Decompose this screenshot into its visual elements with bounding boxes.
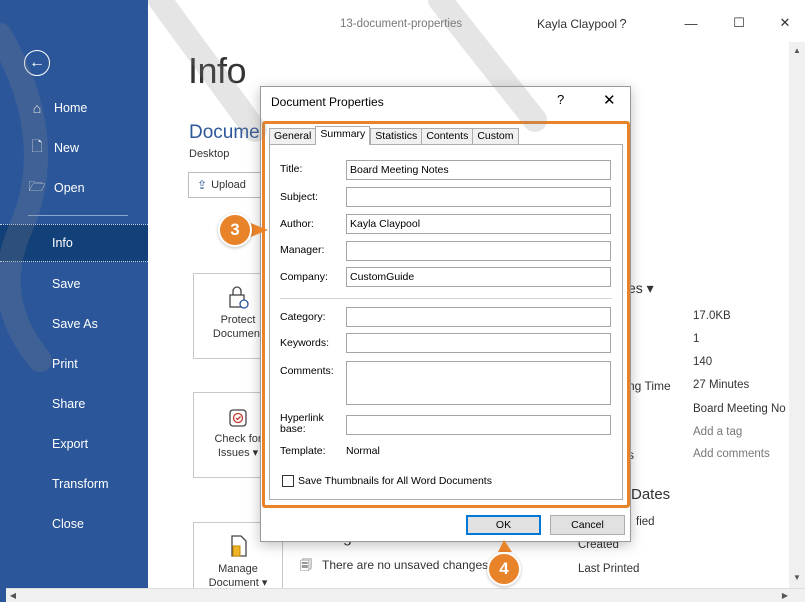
- folder-open-icon: 🗁: [28, 178, 46, 194]
- minimize-button[interactable]: —: [680, 12, 702, 34]
- scroll-up-icon[interactable]: ▲: [792, 46, 802, 56]
- prop-tags-value[interactable]: Add a tag: [693, 426, 742, 438]
- ok-button[interactable]: OK: [466, 515, 541, 535]
- sidebar-item-label: Save: [52, 277, 81, 291]
- cancel-button[interactable]: Cancel: [550, 515, 625, 535]
- properties-heading[interactable]: es ▾: [628, 280, 654, 297]
- sidebar-item-save[interactable]: Save: [0, 265, 148, 303]
- help-button[interactable]: ?: [612, 12, 634, 34]
- home-icon: ⌂: [32, 100, 42, 116]
- sidebar-divider: [28, 215, 128, 216]
- document-heading: Docume: [189, 122, 260, 143]
- check-document-icon: [229, 409, 247, 427]
- sidebar-item-save-as[interactable]: Save As: [0, 305, 148, 343]
- lock-icon: [229, 286, 249, 309]
- prop-size-value: 17.0KB: [693, 310, 731, 322]
- sidebar-item-label: Open: [54, 181, 85, 195]
- close-window-button[interactable]: ✕: [774, 12, 796, 34]
- sidebar-item-label: Share: [52, 397, 86, 411]
- sidebar-item-new[interactable]: 🗋 New: [0, 134, 148, 162]
- unsaved-changes-text: 🗐 There are no unsaved changes.: [300, 556, 491, 577]
- sidebar-item-home[interactable]: ⌂ Home: [0, 94, 148, 122]
- new-doc-icon: 🗋: [31, 138, 43, 154]
- related-dates-heading: Dates: [631, 486, 671, 503]
- sidebar-item-label: New: [54, 141, 80, 155]
- sidebar-item-label: Info: [52, 236, 73, 250]
- scroll-right-icon[interactable]: ▶: [780, 591, 790, 601]
- upload-label: Upload: [211, 179, 246, 191]
- vertical-scrollbar[interactable]: ▲ ▼: [789, 42, 805, 588]
- sidebar-item-export[interactable]: Export: [0, 425, 148, 463]
- sidebar-item-print[interactable]: Print: [0, 345, 148, 383]
- backstage-sidebar: ← ⌂ Home 🗋 New 🗁 Open Info Save Save As …: [0, 0, 148, 602]
- prop-comments-value[interactable]: Add comments: [693, 448, 770, 460]
- sidebar-item-label: Save As: [52, 317, 98, 331]
- manage-document-icon: [231, 535, 247, 557]
- cloud-upload-icon: ⇪: [197, 178, 208, 192]
- scroll-down-icon[interactable]: ▼: [792, 573, 802, 583]
- unsaved-label: There are no unsaved changes.: [322, 558, 492, 572]
- dialog-title: Document Properties: [271, 95, 384, 109]
- sidebar-item-label: Home: [54, 101, 88, 115]
- prop-editing-time-value: 27 Minutes: [693, 379, 750, 391]
- document-location: Desktop: [189, 148, 230, 160]
- horizontal-scrollbar[interactable]: ◀ ▶: [6, 588, 805, 602]
- sidebar-item-share[interactable]: Share: [0, 385, 148, 423]
- user-name[interactable]: Kayla Claypool: [537, 17, 617, 31]
- sidebar-item-open[interactable]: 🗁 Open: [0, 174, 148, 202]
- date-printed-label: Last Printed: [578, 563, 640, 575]
- sidebar-item-label: Transform: [52, 477, 109, 491]
- prop-editing-time-label: ng Time: [628, 379, 671, 393]
- versions-icon: 🗐: [300, 558, 312, 572]
- date-modified-label: fied: [636, 516, 655, 528]
- document-title: 13-document-properties: [340, 18, 463, 30]
- page-title: Info: [188, 50, 247, 91]
- callout-highlight-box: [262, 121, 630, 508]
- back-arrow-icon[interactable]: ←: [24, 50, 50, 76]
- prop-pages-value: 1: [693, 333, 700, 345]
- manage-line1: Manage: [218, 563, 258, 575]
- dialog-help-button[interactable]: ?: [557, 92, 564, 107]
- sidebar-item-label: Print: [52, 357, 78, 371]
- upload-button[interactable]: ⇪ Upload: [188, 172, 266, 198]
- sidebar-item-label: Export: [52, 437, 89, 451]
- sidebar-item-close[interactable]: Close: [0, 505, 148, 543]
- tab-summary[interactable]: Summary: [315, 126, 371, 145]
- step-4-badge: 4: [487, 552, 521, 586]
- prop-words-value: 140: [693, 356, 713, 368]
- step-3-badge: 3: [218, 213, 252, 247]
- sidebar-item-info[interactable]: Info: [0, 224, 148, 262]
- prop-title-value[interactable]: Board Meeting No: [693, 403, 786, 415]
- document-properties-dialog: Document Properties ? ✕ General Summary …: [260, 86, 631, 542]
- sidebar-item-transform[interactable]: Transform: [0, 465, 148, 503]
- scroll-left-icon[interactable]: ◀: [8, 591, 18, 601]
- sidebar-item-label: Close: [52, 517, 84, 531]
- maximize-button[interactable]: ☐: [728, 12, 750, 34]
- dialog-close-button[interactable]: ✕: [603, 91, 616, 109]
